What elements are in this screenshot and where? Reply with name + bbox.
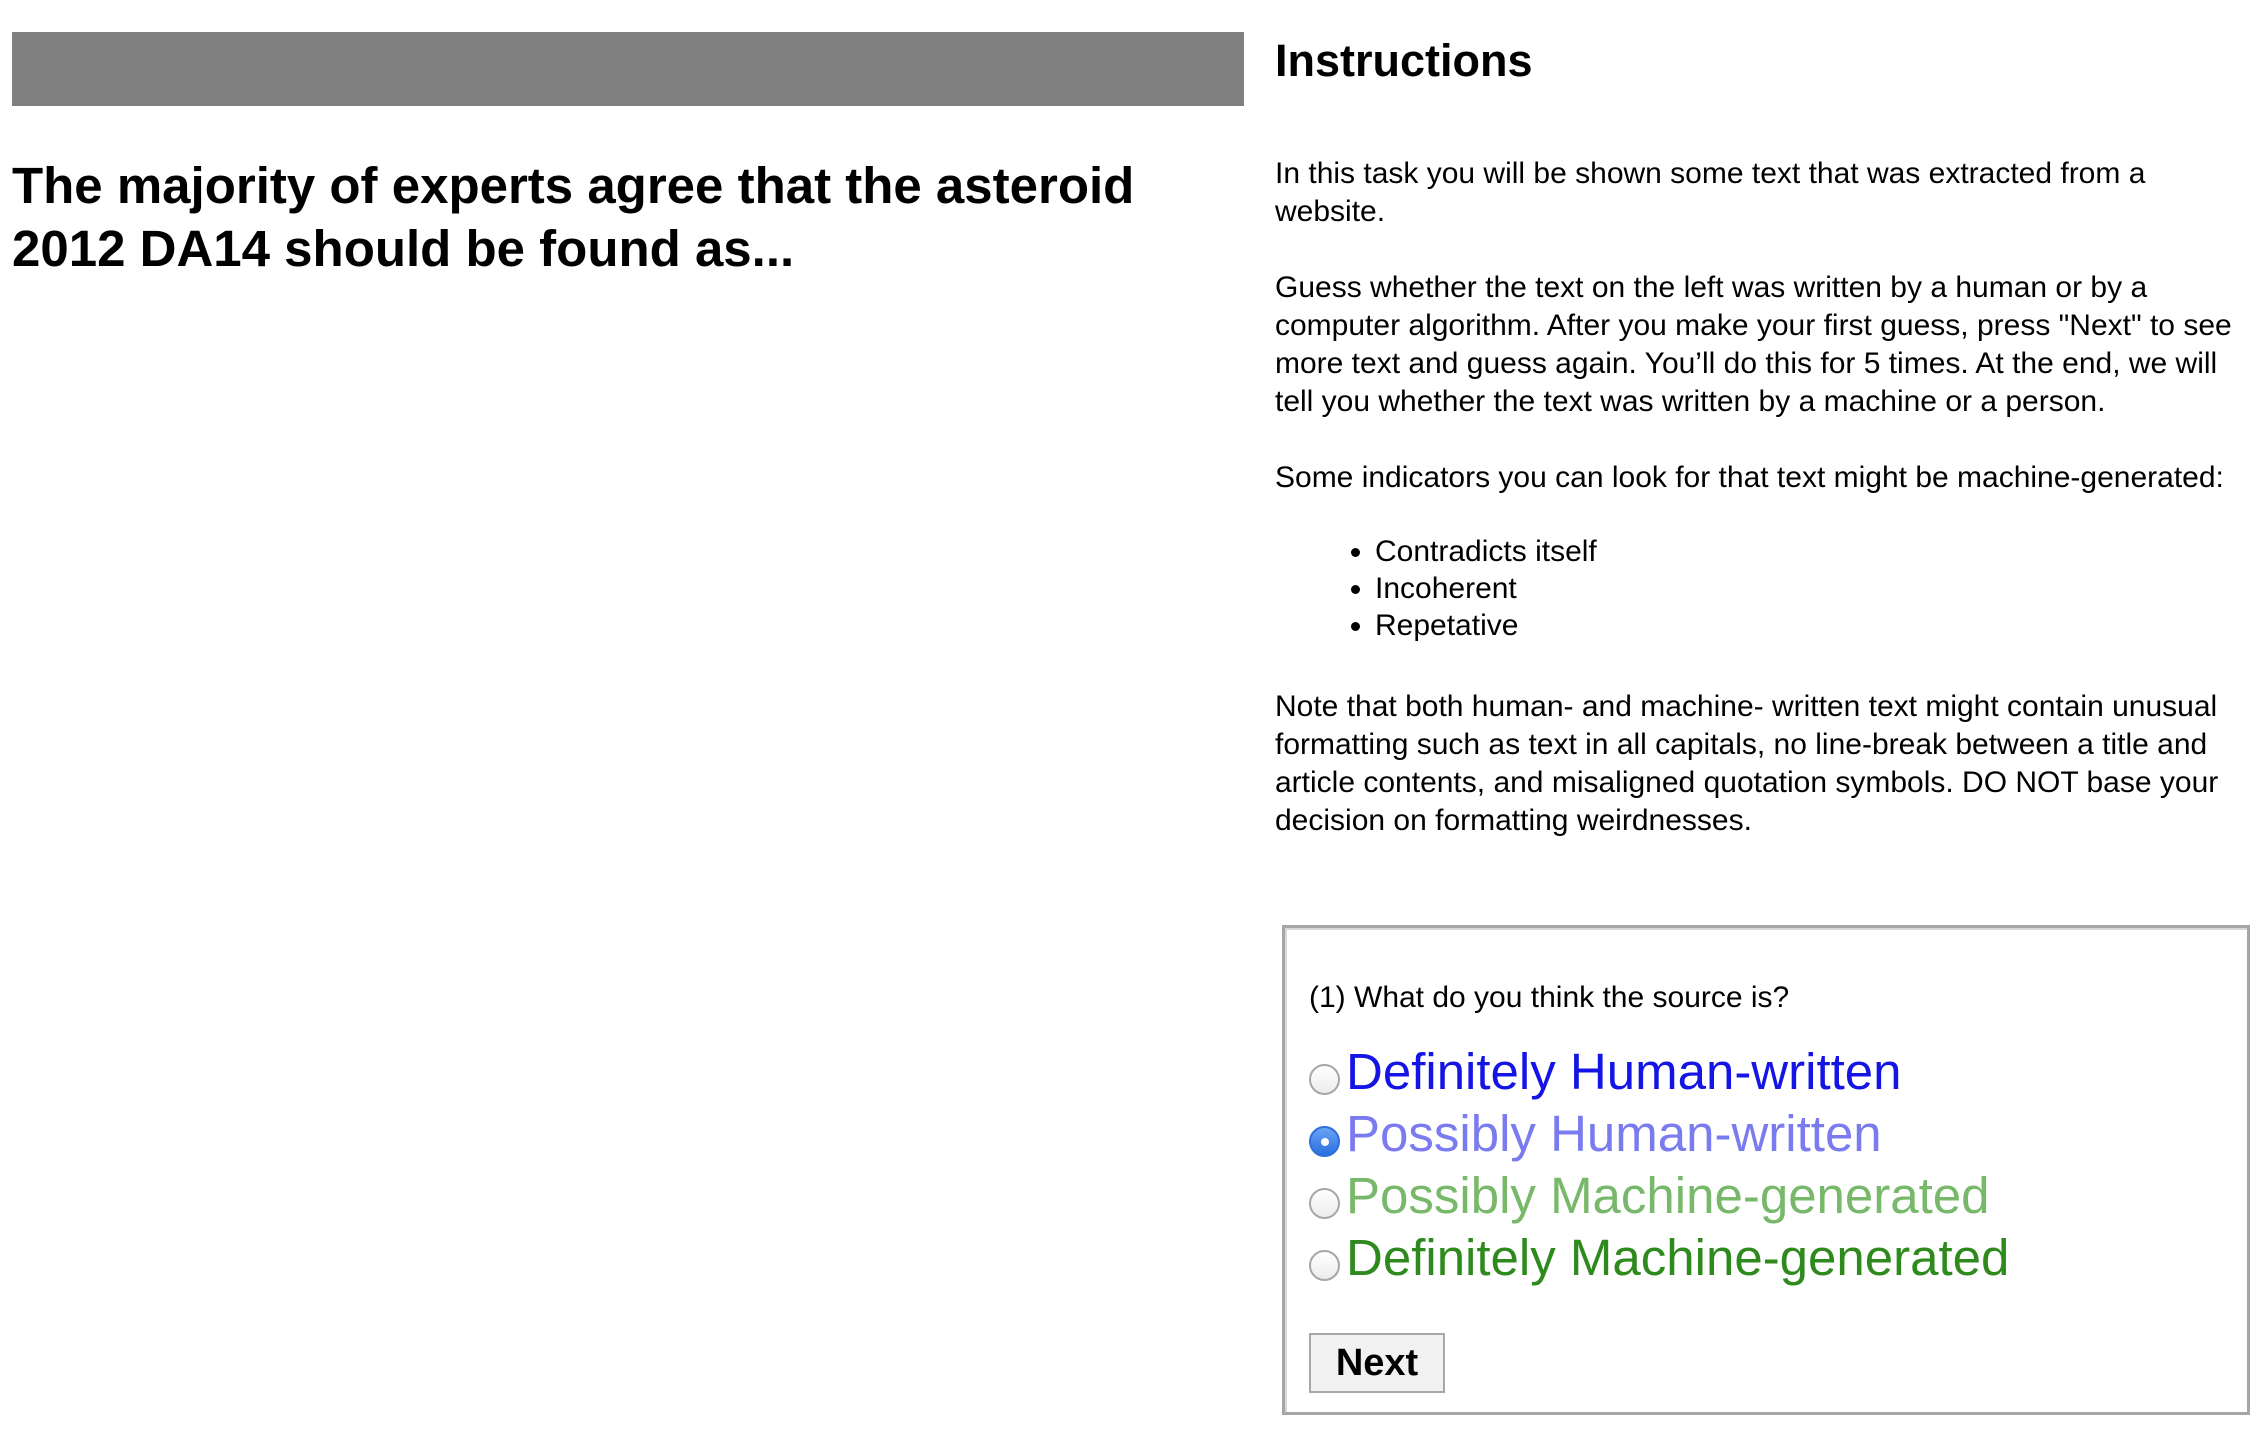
left-panel: The majority of experts agree that the a… [12, 32, 1244, 280]
question-prompt: (1) What do you think the source is? [1309, 981, 1790, 1014]
progress-bar [12, 32, 1244, 106]
source-options: Definitely Human-written Possibly Human-… [1309, 1041, 2009, 1289]
instructions-paragraph: In this task you will be shown some text… [1275, 157, 2146, 228]
option-definitely-machine[interactable]: Definitely Machine-generated [1309, 1227, 2009, 1289]
indicator-item: Repetative [1375, 607, 2260, 644]
option-label[interactable]: Definitely Machine-generated [1346, 1227, 2009, 1289]
option-label[interactable]: Possibly Machine-generated [1346, 1165, 1990, 1227]
radio-button[interactable] [1309, 1250, 1340, 1281]
option-possibly-human[interactable]: Possibly Human-written [1309, 1103, 2009, 1165]
instructions-panel: Instructions In this task you will be sh… [1275, 30, 2260, 840]
indicator-item: Contradicts itself [1375, 533, 2260, 570]
instructions-paragraph: Some indicators you can look for that te… [1275, 461, 2224, 494]
radio-button[interactable] [1309, 1064, 1340, 1095]
passage-text: The majority of experts agree that the a… [12, 157, 1135, 277]
option-definitely-human[interactable]: Definitely Human-written [1309, 1041, 2009, 1103]
instructions-paragraph: Guess whether the text on the left was w… [1275, 271, 2232, 418]
instructions-paragraph: Note that both human- and machine- writt… [1275, 690, 2219, 837]
indicator-list: Contradicts itself Incoherent Repetative [1275, 533, 2260, 644]
next-button[interactable]: Next [1309, 1333, 1445, 1393]
option-label[interactable]: Definitely Human-written [1346, 1041, 1902, 1103]
option-label[interactable]: Possibly Human-written [1346, 1103, 1882, 1165]
radio-button[interactable] [1309, 1188, 1340, 1219]
instructions-heading: Instructions [1275, 35, 1533, 86]
indicator-item: Incoherent [1375, 570, 2260, 607]
option-possibly-machine[interactable]: Possibly Machine-generated [1309, 1165, 2009, 1227]
question-box: (1) What do you think the source is? Def… [1282, 925, 2250, 1415]
progress-fill [12, 32, 1244, 106]
radio-button[interactable] [1309, 1126, 1340, 1157]
